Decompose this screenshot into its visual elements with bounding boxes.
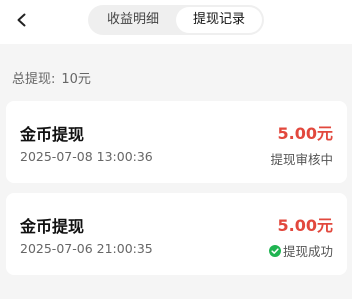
withdraw-record-card[interactable]: 金币提现 2025-07-08 13:00:36 5.00元 提现审核中 <box>6 101 347 183</box>
chevron-left-icon <box>17 13 26 27</box>
record-amount: 5.00元 <box>277 124 333 143</box>
success-check-icon <box>268 244 281 257</box>
back-button[interactable] <box>10 8 34 32</box>
record-status: 提现成功 <box>268 241 333 260</box>
record-amount: 5.00元 <box>277 216 333 235</box>
record-datetime: 2025-07-08 13:00:36 <box>20 149 153 164</box>
tab-switcher: 收益明细 提现记录 <box>88 5 264 35</box>
total-withdraw-summary: 总提现: 10元 <box>12 68 91 87</box>
record-title: 金币提现 <box>20 217 85 236</box>
total-withdraw-value: 10元 <box>61 72 91 87</box>
top-bar: 收益明细 提现记录 <box>0 0 352 44</box>
record-status-text: 提现审核中 <box>270 152 333 167</box>
tab-withdraw-records[interactable]: 提现记录 <box>176 7 262 33</box>
total-withdraw-label: 总提现: <box>12 72 56 87</box>
withdraw-record-card[interactable]: 金币提现 2025-07-06 21:00:35 5.00元 提现成功 <box>6 193 347 275</box>
record-title: 金币提现 <box>20 125 85 144</box>
record-datetime: 2025-07-06 21:00:35 <box>20 241 153 256</box>
record-status-text: 提现成功 <box>282 244 333 259</box>
tab-earnings-detail[interactable]: 收益明细 <box>90 7 176 33</box>
record-status: 提现审核中 <box>270 149 333 168</box>
